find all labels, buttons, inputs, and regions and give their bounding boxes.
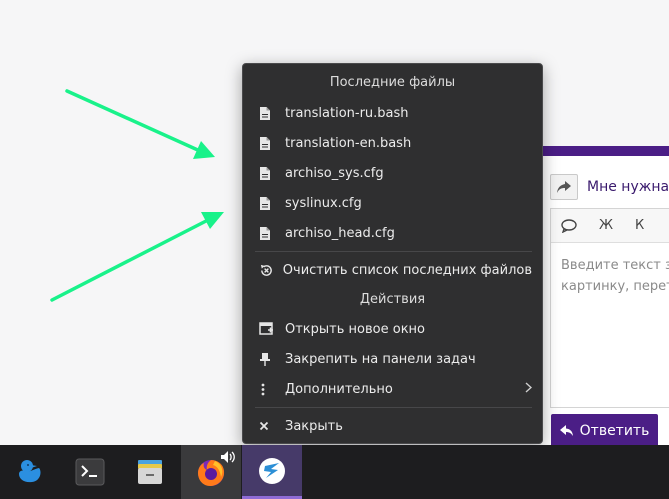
reply-button-label: Ответить: [579, 422, 650, 439]
recent-file-item[interactable]: translation-en.bash: [255, 128, 532, 158]
taskbar-duck-app[interactable]: [0, 445, 60, 499]
reply-button[interactable]: Ответить: [551, 414, 658, 447]
file-icon: [255, 136, 285, 151]
close-icon: [255, 421, 285, 431]
editor-placeholder: Введите текст з картинку, перет: [561, 258, 669, 294]
reply-editor[interactable]: Ж К Введите текст з картинку, перет: [550, 208, 669, 408]
taskbar: [0, 445, 669, 499]
quote-bubble-icon[interactable]: [561, 218, 577, 233]
recent-file-item[interactable]: archiso_head.cfg: [255, 218, 532, 248]
share-button[interactable]: [550, 174, 578, 200]
actions-header: Действия: [359, 292, 426, 307]
file-icon: [255, 226, 285, 241]
editor-toolbar: Ж К: [551, 209, 669, 243]
pin-to-taskbar-item[interactable]: Закрепить на панели задач: [255, 344, 532, 374]
clear-recent-files-item[interactable]: Очистить список последних файлов: [255, 255, 532, 285]
taskbar-firefox[interactable]: [181, 445, 241, 499]
recent-file-label: translation-en.bash: [285, 135, 412, 151]
arrow-lower: [50, 212, 224, 302]
speaker-icon[interactable]: [220, 450, 236, 464]
recent-file-label: archiso_sys.cfg: [285, 165, 384, 181]
more-actions-item[interactable]: Дополнительно: [255, 374, 533, 404]
terminal-icon: [75, 458, 105, 486]
kate-icon: [259, 457, 285, 484]
new-window-icon: [255, 322, 285, 336]
file-icon: [255, 106, 285, 121]
recent-files-header: Последние файлы: [329, 75, 456, 90]
duck-icon: [19, 460, 41, 483]
close-item[interactable]: Закрыть: [255, 411, 532, 441]
taskbar-kate-editor[interactable]: [242, 445, 302, 499]
clear-history-icon: [255, 263, 283, 278]
recent-file-label: translation-ru.bash: [285, 105, 409, 121]
taskbar-context-menu: Последние файлы translation-ru.bash tran…: [242, 63, 543, 444]
italic-button[interactable]: К: [635, 218, 644, 233]
file-icon: [255, 166, 285, 181]
recent-file-label: syslinux.cfg: [285, 195, 362, 211]
open-new-window-label: Открыть новое окно: [285, 321, 425, 337]
recent-file-item[interactable]: syslinux.cfg: [255, 188, 532, 218]
file-icon: [255, 196, 285, 211]
reply-topic-row: Мне нужна п: [550, 174, 669, 200]
more-actions-label: Дополнительно: [285, 381, 393, 397]
topic-title: Мне нужна п: [587, 179, 669, 195]
file-cabinet-icon: [138, 460, 162, 484]
bold-button[interactable]: Ж: [599, 218, 613, 233]
reply-arrow-icon: [559, 424, 573, 436]
taskbar-file-manager[interactable]: [120, 445, 180, 499]
forum-reply-window: Мне нужна п Ж К Введите текст з картинку…: [540, 146, 669, 447]
recent-file-item[interactable]: archiso_sys.cfg: [255, 158, 532, 188]
taskbar-terminal[interactable]: [60, 445, 120, 499]
share-arrow-icon: [557, 181, 571, 193]
recent-file-item[interactable]: translation-ru.bash: [255, 98, 532, 128]
clear-recent-files-label: Очистить список последних файлов: [282, 262, 532, 278]
more-vertical-icon: [255, 382, 285, 397]
pin-icon: [255, 352, 285, 367]
menu-separator: [255, 407, 532, 408]
open-new-window-item[interactable]: Открыть новое окно: [255, 314, 532, 344]
menu-separator: [255, 251, 532, 252]
pin-to-taskbar-label: Закрепить на панели задач: [285, 351, 476, 367]
close-label: Закрыть: [285, 418, 343, 434]
recent-file-label: archiso_head.cfg: [285, 225, 395, 241]
arrow-upper: [65, 89, 215, 159]
chevron-right-icon: [518, 381, 533, 397]
